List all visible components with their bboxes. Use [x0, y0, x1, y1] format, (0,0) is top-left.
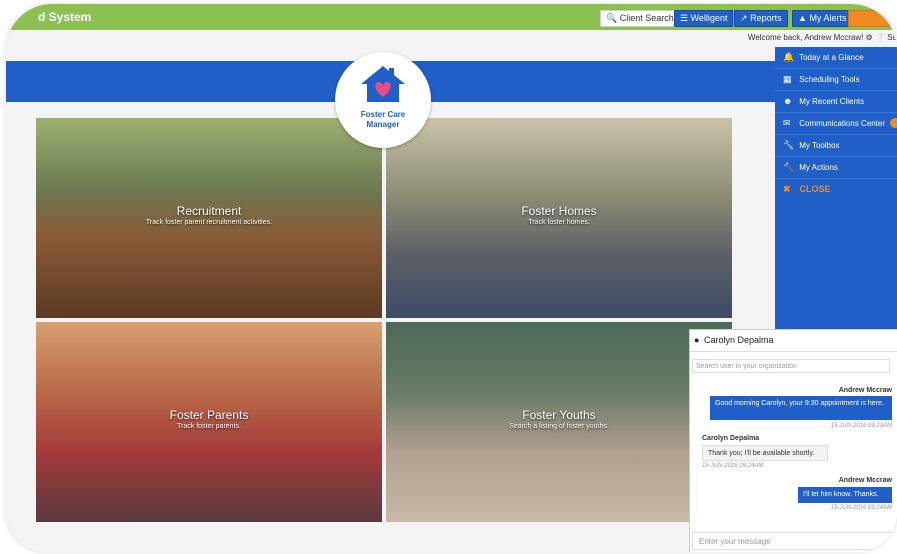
search-icon: 🔍 — [606, 13, 618, 23]
logo-line1: Foster Care — [360, 110, 406, 119]
app-name: d System — [38, 10, 92, 24]
chat-header[interactable]: ● Carolyn Depalma — [690, 330, 897, 352]
tile-title: Foster Parents — [169, 408, 249, 422]
recruitment-photo — [36, 118, 382, 318]
sidebar-item-recent-clients[interactable]: ☻ My Recent Clients — [775, 91, 897, 113]
house-heart-icon — [361, 66, 405, 102]
tile-subtitle: Search a listing of foster youths. — [509, 423, 609, 430]
bell-icon: 🔔 — [783, 52, 795, 62]
message-timestamp: 15-JUN-2016 09:24AM — [830, 505, 892, 511]
hammer-icon: 🔨 — [783, 162, 795, 172]
message-timestamp: 15-JUN-2016 09:23AM — [830, 423, 892, 429]
alerts-button[interactable]: ▲ My Alerts — [792, 10, 853, 27]
tile-subtitle: Track foster parent recruitment activiti… — [145, 219, 273, 226]
notification-badge — [890, 118, 897, 128]
sidebar-item-communications[interactable]: ✉ Communications Center — [775, 113, 897, 135]
foster-care-manager-logo[interactable]: Foster Care Manager — [335, 52, 431, 148]
menu-icon: ☰ — [680, 13, 689, 23]
sidebar-item-today[interactable]: 🔔 Today at a Glance — [775, 47, 897, 69]
message-bubble: Thank you; I'll be available shortly. — [702, 445, 828, 461]
envelope-icon: ✉ — [783, 118, 791, 128]
chat-bubbles-icon: ● — [694, 335, 700, 345]
message-bubble: Good morning Carolyn, your 9:30 appointm… — [710, 396, 892, 420]
wrench-icon: 🔧 — [783, 140, 795, 150]
blue-banner — [6, 61, 897, 102]
help-icon[interactable]: ❔ — [875, 33, 885, 42]
calendar-icon: ▦ — [783, 74, 792, 84]
chat-contact-name: Carolyn Depalma — [704, 335, 774, 345]
tile-subtitle: Track foster parents. — [177, 423, 241, 430]
welcome-bar: Welcome back, Andrew Mccraw! ⚙ ❔ Su — [748, 33, 897, 42]
reports-button[interactable]: ↗ Reports — [734, 10, 788, 27]
tile-subtitle: Track foster homes. — [528, 219, 590, 226]
users-icon: ☻ — [783, 96, 793, 106]
close-icon: ✖ — [783, 184, 791, 194]
welligent-button[interactable]: ☰ Welligent — [674, 10, 734, 27]
support-link[interactable]: Su — [887, 33, 897, 42]
chart-icon: ↗ — [740, 13, 748, 23]
chat-message-input[interactable]: Enter your message — [692, 532, 896, 550]
sidebar-item-actions[interactable]: 🔨 My Actions — [775, 157, 897, 179]
foster-homes-photo — [386, 118, 732, 318]
foster-parents-photo — [36, 322, 382, 522]
warning-icon: ▲ — [798, 13, 807, 23]
sidebar-item-scheduling[interactable]: ▦ Scheduling Tools — [775, 69, 897, 91]
welcome-text: Welcome back, Andrew Mccraw! — [747, 33, 864, 42]
orange-menu-button[interactable] — [848, 10, 890, 27]
message-bubble: I'll let him know. Thanks. — [798, 487, 892, 503]
tile-recruitment[interactable]: Recruitment Track foster parent recruitm… — [36, 118, 382, 318]
foster-youths-photo — [386, 322, 732, 522]
top-bar: d System 🔍 Client Search ☰ Welligent ↗ R… — [6, 4, 897, 30]
sidebar-close-button[interactable]: ✖ CLOSE — [775, 179, 897, 200]
message-sender: Andrew Mccraw — [838, 387, 892, 394]
quick-menu-sidebar: 🔔 Today at a Glance ▦ Scheduling Tools ☻… — [775, 47, 897, 347]
tile-title: Recruitment — [176, 204, 242, 218]
gear-icon[interactable]: ⚙ — [866, 33, 873, 42]
client-search-button[interactable]: 🔍 Client Search — [600, 10, 680, 27]
chat-messages: Andrew Mccraw Good morning Carolyn, your… — [690, 382, 897, 517]
message-sender: Andrew Mccraw — [838, 477, 892, 484]
logo-line2: Manager — [366, 120, 400, 129]
sidebar-item-toolbox[interactable]: 🔧 My Toolbox — [775, 135, 897, 157]
tile-foster-parents[interactable]: Foster Parents Track foster parents. — [36, 322, 382, 522]
message-sender: Carolyn Depalma — [702, 435, 760, 442]
tile-foster-youths[interactable]: Foster Youths Search a listing of foster… — [386, 322, 732, 522]
app-window: d System 🔍 Client Search ☰ Welligent ↗ R… — [6, 4, 897, 552]
chat-user-search-input[interactable]: Search user in your organization — [692, 359, 890, 373]
message-timestamp: 15-JUN-2016 09:24AM — [702, 463, 764, 469]
tile-foster-homes[interactable]: Foster Homes Track foster homes. — [386, 118, 732, 318]
chat-window: ● Carolyn Depalma Search user in your or… — [689, 329, 897, 552]
tile-title: Foster Homes — [521, 204, 597, 218]
tile-title: Foster Youths — [522, 408, 596, 422]
